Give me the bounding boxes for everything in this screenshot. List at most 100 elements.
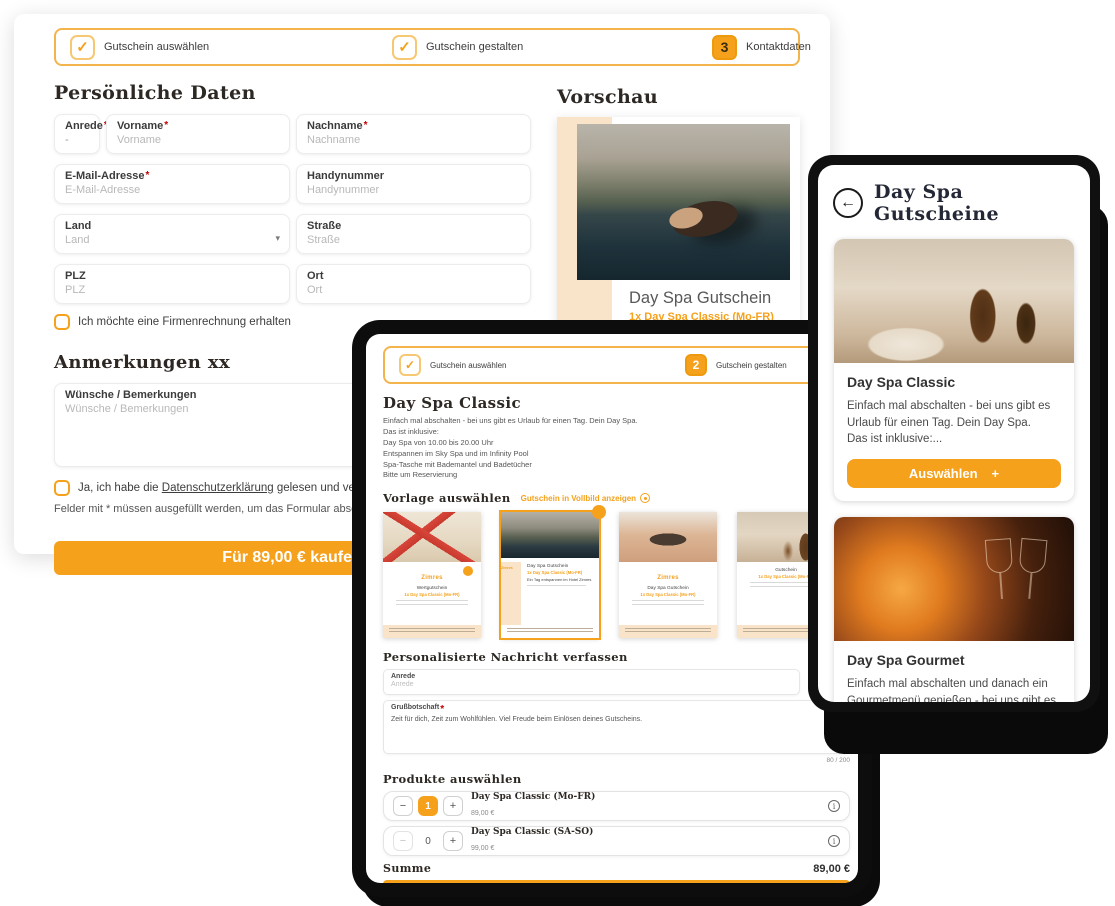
datenschutz-link[interactable]: Datenschutzerklärung (162, 482, 274, 494)
quantity-plus-button[interactable]: + (443, 796, 463, 816)
description-line: Das ist inklusive: (383, 427, 850, 438)
template-option-pool-selected[interactable]: Day Spa Gutschein 1x Day Spa Classic (Mo… (501, 512, 599, 638)
step-gutschein-auswaehlen[interactable]: ✓ Gutschein auswählen (70, 30, 209, 64)
description-line: Gourmetmenü genießen - bei uns gibt es (847, 693, 1061, 702)
description-line: Day Spa von 10.00 bis 20.00 Uhr (383, 438, 850, 449)
field-placeholder: Straße (307, 234, 520, 246)
field-placeholder: Handynummer (307, 184, 520, 196)
check-icon: ✓ (405, 358, 415, 372)
field-placeholder: Anrede (391, 681, 792, 688)
anrede-field[interactable]: Anrede* - (54, 114, 100, 154)
template-footer (383, 625, 481, 638)
plz-field[interactable]: PLZ PLZ (54, 264, 290, 304)
grussbotschaft-textarea[interactable]: Grußbotschaft* Zeit für dich, Zeit zum W… (383, 700, 850, 754)
offer-image-spa (834, 239, 1074, 363)
required-marker: * (440, 704, 444, 715)
field-label: Vorname (117, 120, 163, 132)
info-icon[interactable]: i (828, 800, 840, 812)
fullscreen-link[interactable]: Gutschein in Vollbild anzeigen (521, 493, 650, 503)
template-gallery: Zimres Wertgutschein 1x Day Spa Classic … (383, 512, 850, 638)
field-label: Handynummer (307, 170, 384, 182)
product-name: Day Spa Classic (Mo-FR) (471, 792, 828, 802)
step-gutschein-auswaehlen[interactable]: ✓ Gutschein auswählen (399, 348, 507, 382)
field-label: Grußbotschaft (391, 704, 439, 711)
field-placeholder: Vorname (117, 134, 279, 146)
step-number-badge: 2 (685, 354, 707, 376)
template-image-gift (383, 512, 481, 562)
offer-title: Day Spa Classic (847, 374, 1061, 390)
step-label: Gutschein gestalten (716, 361, 787, 370)
step-kontaktdaten[interactable]: 3 Kontaktdaten (712, 30, 811, 64)
quantity-minus-button[interactable]: − (393, 831, 413, 851)
field-label: Anrede (65, 120, 103, 132)
step-gutschein-gestalten[interactable]: ✓ Gutschein gestalten (392, 30, 523, 64)
quantity-minus-button[interactable]: − (393, 796, 413, 816)
quantity-value: 0 (418, 831, 438, 851)
template-title: Day Spa Gutschein (624, 586, 712, 591)
land-select[interactable]: Land Land ▾ (54, 214, 290, 254)
field-placeholder: Nachname (307, 134, 520, 146)
step-label: Gutschein auswählen (104, 41, 209, 53)
check-icon: ✓ (76, 38, 89, 56)
product-price: 99,00 € (471, 845, 494, 852)
required-marker: * (145, 170, 149, 181)
produkte-title: Produkte auswählen (383, 772, 850, 786)
vorschau-title: Vorschau (557, 86, 800, 108)
privacy-checkbox[interactable] (54, 480, 70, 496)
resize-handle[interactable] (839, 743, 846, 750)
page: ✓ Gutschein auswählen ✓ Gutschein gestal… (0, 0, 1115, 906)
product-row: − 1 + Day Spa Classic (Mo-FR) 89,00 € i (383, 791, 850, 821)
template-title: Wertgutschein (388, 586, 476, 591)
step-done-checkbox: ✓ (399, 354, 421, 376)
template-subtitle: 1x Day Spa Classic (Mo-FR) (527, 570, 594, 575)
char-counter: 80 / 200 (383, 757, 850, 764)
offer-card-classic: Day Spa Classic Einfach mal abschalten -… (834, 239, 1074, 501)
eye-icon (640, 493, 650, 503)
button-label: Auswählen (909, 466, 978, 481)
back-button[interactable]: ← (833, 188, 863, 218)
step-number-badge: 3 (712, 35, 737, 60)
wine-glass-shape (1019, 538, 1048, 574)
preview-product-title: Day Spa Gutschein (629, 289, 794, 308)
ort-field[interactable]: Ort Ort (296, 264, 531, 304)
step-label: Gutschein auswählen (430, 361, 507, 370)
vorname-field[interactable]: Vorname* Vorname (106, 114, 290, 154)
selected-indicator-dot (592, 505, 606, 519)
template-subtitle: 1x Day Spa Classic (Mo-FR) (624, 592, 712, 597)
template-image-massage (619, 512, 717, 562)
template-option-massage[interactable]: Zimres Day Spa Gutschein 1x Day Spa Clas… (619, 512, 717, 638)
step-label: Gutschein gestalten (426, 41, 523, 53)
field-label: Nachname (307, 120, 363, 132)
info-icon[interactable]: i (828, 835, 840, 847)
stepper-bar: ✓ Gutschein auswählen ✓ Gutschein gestal… (54, 28, 800, 66)
quantity-plus-button[interactable]: + (443, 831, 463, 851)
template-option-wertgutschein[interactable]: Zimres Wertgutschein 1x Day Spa Classic … (383, 512, 481, 638)
design-step-screen: ✓ Gutschein auswählen 2 Gutschein gestal… (366, 334, 858, 883)
strasse-field[interactable]: Straße Straße (296, 214, 531, 254)
chevron-down-icon: ▾ (275, 233, 280, 244)
description-line: Urlaub für einen Tag. Dein Day Spa. (847, 415, 1061, 432)
next-step-button[interactable]: Weiter zu Kontaktdaten (383, 880, 850, 883)
list-title: Day Spa Gutscheine (874, 181, 1075, 225)
nachname-field[interactable]: Nachname* Nachname (296, 114, 531, 154)
field-placeholder: E-Mail-Adresse (65, 184, 279, 196)
brand-badge (463, 566, 473, 576)
email-field[interactable]: E-Mail-Adresse* E-Mail-Adresse (54, 164, 290, 204)
template-note: Ein Tag entspannen im Hotel Zimres (527, 577, 594, 582)
quantity-value: 1 (418, 796, 438, 816)
product-row: − 0 + Day Spa Classic (SA-SO) 99,00 € i (383, 826, 850, 856)
brand-logo: Zimres (421, 575, 442, 581)
design-step-device-frame: ✓ Gutschein auswählen 2 Gutschein gestal… (352, 320, 872, 897)
template-title: Day Spa Gutschein (527, 564, 594, 569)
step-gutschein-gestalten[interactable]: 2 Gutschein gestalten (685, 348, 787, 382)
voucher-list-screen: ← Day Spa Gutscheine Day Spa Classic Ein… (818, 165, 1090, 702)
anrede-message-field[interactable]: Anrede Anrede (383, 669, 800, 695)
firmenrechnung-checkbox[interactable] (54, 314, 70, 330)
step-label: Kontaktdaten (746, 41, 811, 53)
fullscreen-link-label: Gutschein in Vollbild anzeigen (521, 494, 636, 503)
field-placeholder: Land (65, 234, 279, 246)
brand-logo: Zimres (501, 566, 521, 570)
handynummer-field[interactable]: Handynummer Handynummer (296, 164, 531, 204)
description-line: Bitte um Reservierung (383, 470, 850, 481)
auswaehlen-button[interactable]: Auswählen + (847, 459, 1061, 488)
